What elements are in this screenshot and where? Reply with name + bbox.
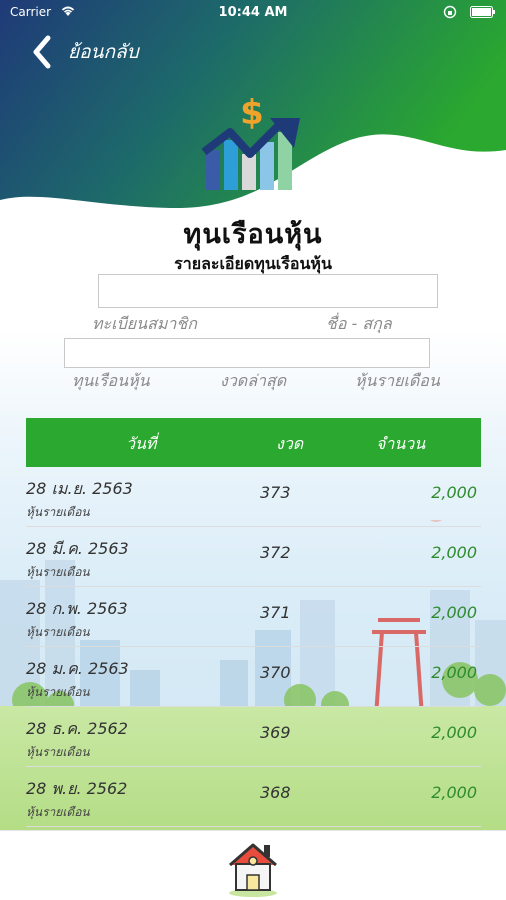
row-amount: 2,000 — [431, 723, 477, 742]
row-type: หุ้นรายเดือน — [26, 505, 90, 519]
column-header-period: งวด — [276, 434, 304, 453]
row-period: 369 — [260, 723, 291, 742]
row-period: 368 — [260, 783, 291, 802]
row-amount: 2,000 — [431, 543, 477, 562]
column-header-date: วันที่ — [126, 434, 157, 453]
page-title: ทุนเรือนหุ้น — [183, 219, 323, 250]
row-type: หุ้นรายเดือน — [26, 805, 90, 819]
row-date: 28 ม.ค. 2563 — [26, 659, 129, 678]
battery-icon — [470, 6, 495, 18]
table-row[interactable]: 28 พ.ย. 2562 หุ้นรายเดือน 368 2,000 — [26, 767, 481, 827]
back-label: ย้อนกลับ — [68, 41, 139, 63]
table-row[interactable]: 28 เม.ย. 2563 หุ้นรายเดือน 373 2,000 — [26, 467, 481, 527]
table-row[interactable]: 28 ก.พ. 2563 หุ้นรายเดือน 371 2,000 — [26, 587, 481, 647]
row-amount: 2,000 — [431, 483, 477, 502]
row-date: 28 เม.ย. 2563 — [26, 479, 133, 498]
row-type: หุ้นรายเดือน — [26, 625, 90, 639]
label-share-capital: ทุนเรือนหุ้น — [72, 371, 150, 390]
row-period: 372 — [260, 543, 291, 562]
label-monthly-share: หุ้นรายเดือน — [355, 371, 440, 390]
row-date: 28 มี.ค. 2563 — [26, 539, 129, 558]
bottom-bar — [0, 830, 506, 900]
label-member-no: ทะเบียนสมาชิก — [92, 314, 197, 333]
transaction-list: 28 เม.ย. 2563 หุ้นรายเดือน 373 2,000 28 … — [26, 467, 481, 827]
label-name: ชื่อ - สกุล — [326, 314, 392, 333]
column-header-amount: จำนวน — [376, 434, 426, 453]
table-row[interactable]: 28 ธ.ค. 2562 หุ้นรายเดือน 369 2,000 — [26, 707, 481, 767]
status-bar: Carrier 10:44 AM — [0, 0, 506, 26]
row-type: หุ้นรายเดือน — [26, 745, 90, 759]
table-row[interactable]: 28 ม.ค. 2563 หุ้นรายเดือน 370 2,000 — [26, 647, 481, 707]
share-growth-icon: $ — [201, 93, 300, 190]
row-period: 373 — [260, 483, 291, 502]
row-date: 28 ก.พ. 2563 — [26, 599, 128, 618]
chevron-left-icon — [33, 35, 51, 69]
row-date: 28 พ.ย. 2562 — [26, 779, 128, 798]
orientation-lock-icon — [443, 5, 457, 19]
row-amount: 2,000 — [431, 783, 477, 802]
row-period: 370 — [260, 663, 291, 682]
row-date: 28 ธ.ค. 2562 — [26, 719, 128, 738]
back-button[interactable]: ย้อนกลับ — [28, 32, 178, 72]
row-amount: 2,000 — [431, 663, 477, 682]
label-latest-period: งวดล่าสุด — [220, 371, 287, 390]
svg-text:$: $ — [240, 93, 264, 133]
row-type: หุ้นรายเดือน — [26, 565, 90, 579]
share-info-field[interactable] — [64, 338, 430, 368]
table-row[interactable]: 28 มี.ค. 2563 หุ้นรายเดือน 372 2,000 — [26, 527, 481, 587]
row-amount: 2,000 — [431, 603, 477, 622]
home-icon[interactable] — [224, 837, 282, 897]
row-type: หุ้นรายเดือน — [26, 685, 90, 699]
member-info-field[interactable] — [98, 274, 438, 308]
status-time: 10:44 AM — [218, 5, 288, 20]
row-period: 371 — [260, 603, 291, 622]
table-header: วันที่ งวด จำนวน — [26, 418, 481, 467]
